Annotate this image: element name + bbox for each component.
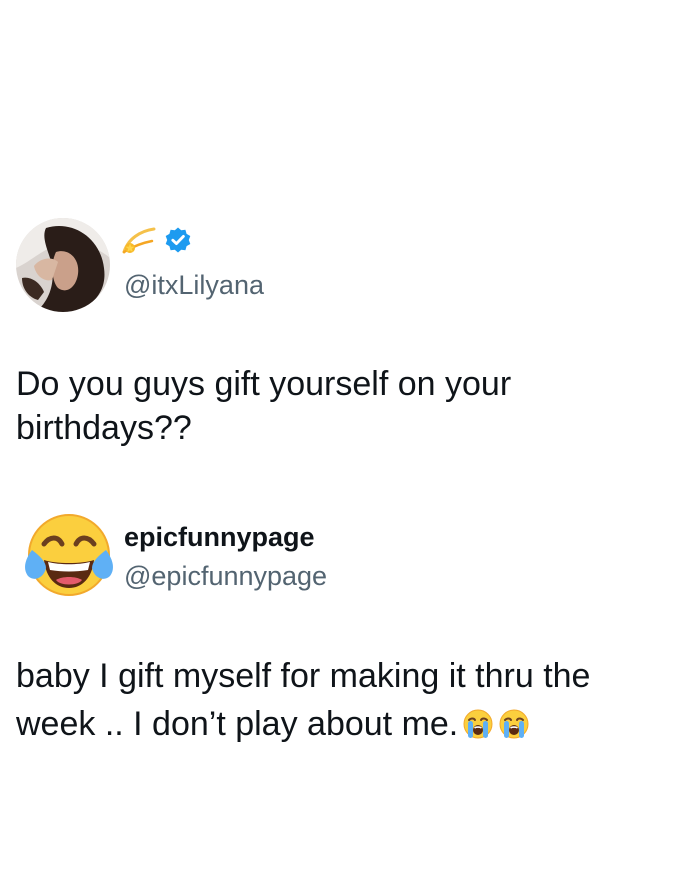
profile-photo-icon [16, 218, 110, 312]
reply-display-name[interactable]: epicfunnypage [124, 520, 315, 554]
loudly-crying-face-icon [462, 705, 494, 739]
author-handle[interactable]: @itxLilyana [124, 268, 264, 302]
reply-avatar[interactable] [22, 508, 116, 602]
reply-handle[interactable]: @epicfunnypage [124, 559, 327, 593]
reply-text-block: baby I gift myself for making it thru th… [16, 652, 666, 748]
comet-emoji-icon [122, 225, 158, 260]
tweet-text: Do you guys gift yourself on your birthd… [16, 365, 512, 447]
loudly-crying-face-icon [498, 705, 530, 739]
author-badges [122, 224, 192, 260]
avatar[interactable] [16, 218, 110, 312]
verified-badge-icon [164, 226, 192, 259]
face-with-tears-of-joy-icon [25, 514, 113, 596]
